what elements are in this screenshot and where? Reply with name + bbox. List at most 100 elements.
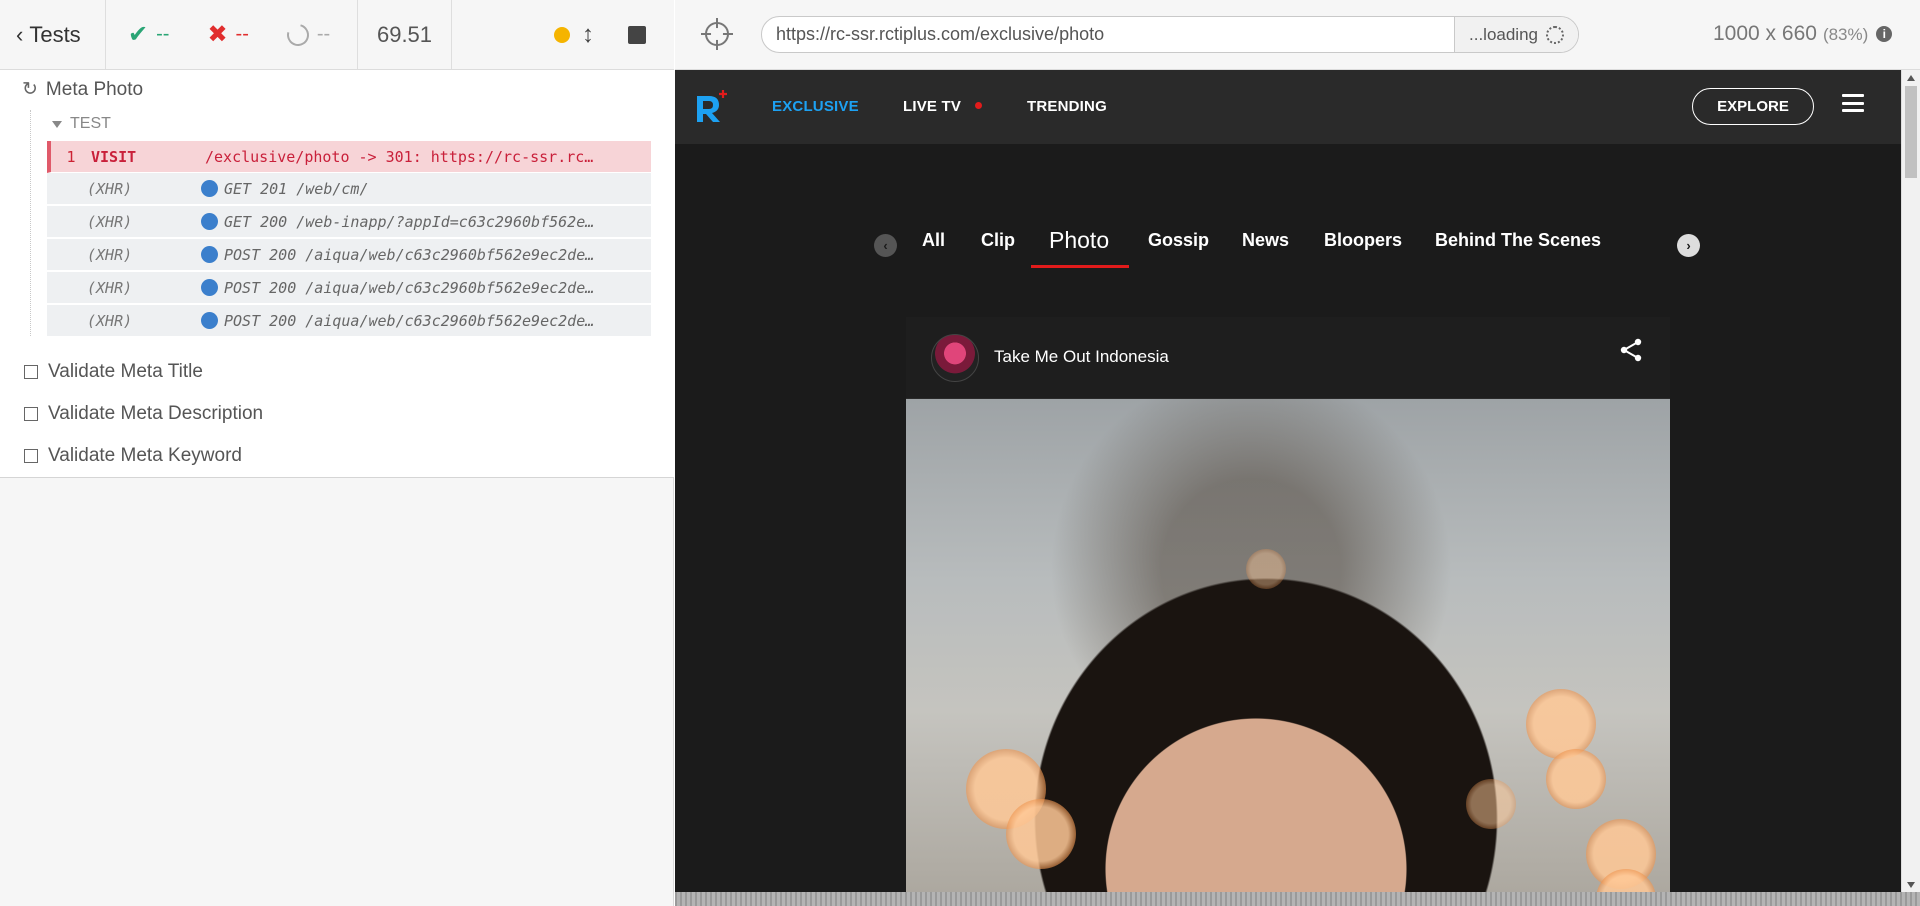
stats: ✔ -- ✖ -- -- — [106, 0, 358, 69]
command-row-xhr[interactable]: (XHR) POST 200 /aiqua/web/c63c2960bf562e… — [47, 272, 651, 304]
info-icon[interactable]: i — [1876, 26, 1893, 42]
xhr-status-icon — [201, 312, 218, 329]
command-row-xhr[interactable]: (XHR) GET 200 /web-inapp/?appId=c63c2960… — [47, 206, 651, 238]
channel-avatar[interactable] — [931, 334, 979, 382]
url-text: https://rc-ssr.rctiplus.com/exclusive/ph… — [776, 24, 1105, 44]
photo-post-card: Take Me Out Indonesia — [906, 317, 1670, 892]
suite-title-row[interactable]: ↻ Meta Photo — [22, 78, 143, 101]
viewport-size: 1000 x 660 — [1713, 22, 1817, 45]
post-photo[interactable] — [906, 399, 1670, 892]
loading-text: ...loading — [1469, 24, 1538, 44]
nav-exclusive[interactable]: EXCLUSIVE — [772, 98, 859, 115]
x-icon: ✖ — [207, 21, 228, 48]
command-row-visit[interactable]: 1 VISIT /exclusive/photo -> 301: https:/… — [47, 141, 651, 173]
duration: 69.51 — [358, 0, 452, 69]
xhr-status-icon — [201, 279, 218, 296]
pending-test-title: Validate Meta Description — [48, 403, 264, 424]
test-section-toggle[interactable]: TEST — [52, 115, 111, 133]
explore-button[interactable]: EXPLORE — [1692, 88, 1814, 125]
reporter-panel: ‹ Tests ✔ -- ✖ -- -- 69.51 ↕ ↻ Meta Phot… — [0, 0, 674, 906]
aut-bottom-strip — [675, 892, 1920, 906]
loading-spinner-icon — [1546, 25, 1564, 44]
running-indicator-icon — [554, 26, 570, 43]
failed-stat: ✖ -- — [207, 20, 248, 49]
refresh-icon: ↻ — [22, 79, 38, 100]
scroll-down-icon[interactable] — [1907, 882, 1915, 888]
scroll-toggle-icon[interactable]: ↕ — [582, 21, 594, 49]
pending-checkbox-icon — [24, 449, 38, 463]
test-section-label: TEST — [70, 115, 111, 132]
command-name: (XHR) — [87, 245, 133, 264]
category-tab-bloopers[interactable]: Bloopers — [1324, 230, 1402, 251]
category-next-button[interactable]: › — [1677, 234, 1700, 257]
tree-line — [30, 110, 31, 336]
command-row-xhr[interactable]: (XHR) POST 200 /aiqua/web/c63c2960bf562e… — [47, 239, 651, 271]
category-tab-news[interactable]: News — [1242, 230, 1289, 251]
command-message: GET 200 /web-inapp/?appId=c63c2960bf562e… — [201, 213, 651, 231]
xhr-status-icon — [201, 213, 218, 230]
viewport-scale: (83%) — [1822, 25, 1869, 44]
pending-stat: -- — [282, 19, 331, 50]
tests-back-button[interactable]: ‹ Tests — [0, 0, 106, 69]
nav-live-tv[interactable]: LIVE TV — [903, 98, 983, 115]
command-name: (XHR) — [87, 212, 133, 231]
share-icon[interactable] — [1619, 337, 1643, 363]
pending-icon — [282, 19, 313, 50]
reporter-header: ‹ Tests ✔ -- ✖ -- -- 69.51 ↕ — [0, 0, 674, 70]
command-row-xhr[interactable]: (XHR) GET 201 /web/cm/ — [47, 173, 651, 205]
tests-label: Tests — [29, 21, 81, 47]
viewport-info: 1000 x 660 (83%) i — [1713, 22, 1893, 46]
aut-scrollbar[interactable] — [1901, 70, 1920, 892]
hamburger-menu-icon[interactable] — [1842, 94, 1864, 112]
post-header: Take Me Out Indonesia — [906, 317, 1670, 399]
command-message: GET 201 /web/cm/ — [201, 180, 651, 198]
pending-test-item[interactable]: Validate Meta Title — [24, 361, 203, 383]
chevron-left-icon: ‹ — [16, 21, 24, 47]
category-prev-button[interactable]: ‹ — [874, 234, 897, 257]
command-name: (XHR) — [87, 179, 133, 198]
run-controls: ↕ — [452, 0, 674, 69]
aut-header: https://rc-ssr.rctiplus.com/exclusive/ph… — [675, 0, 1920, 70]
category-tab-behind-the-scenes[interactable]: Behind The Scenes — [1435, 230, 1601, 251]
pending-test-title: Validate Meta Title — [48, 361, 203, 382]
caret-down-icon — [52, 120, 62, 128]
pending-checkbox-icon — [24, 407, 38, 421]
stop-button[interactable] — [628, 25, 646, 44]
site-navbar: EXCLUSIVE LIVE TV TRENDING EXPLORE — [675, 70, 1901, 144]
xhr-status-icon — [201, 246, 218, 263]
scroll-up-icon[interactable] — [1907, 75, 1915, 81]
command-name: (XHR) — [87, 311, 133, 330]
url-bar[interactable]: https://rc-ssr.rctiplus.com/exclusive/ph… — [761, 16, 1579, 53]
xhr-status-icon — [201, 180, 218, 197]
category-tab-photo[interactable]: Photo — [1049, 227, 1109, 254]
selector-playground-icon[interactable] — [701, 18, 733, 50]
loading-status: ...loading — [1454, 17, 1578, 52]
pending-checkbox-icon — [24, 365, 38, 379]
category-tab-clip[interactable]: Clip — [981, 230, 1015, 251]
command-number: 1 — [66, 147, 76, 166]
command-name: VISIT — [91, 147, 137, 166]
app-under-test-frame: EXCLUSIVE LIVE TV TRENDING EXPLORE ‹ All… — [675, 70, 1901, 892]
category-tab-gossip[interactable]: Gossip — [1148, 230, 1209, 251]
command-row-xhr[interactable]: (XHR) POST 200 /aiqua/web/c63c2960bf562e… — [47, 305, 651, 337]
active-tab-underline — [1031, 265, 1129, 268]
command-message: POST 200 /aiqua/web/c63c2960bf562e9ec2de… — [201, 246, 651, 264]
pending-count: -- — [316, 23, 331, 45]
passed-stat: ✔ -- — [128, 20, 169, 49]
category-tab-all[interactable]: All — [922, 230, 945, 251]
pending-test-item[interactable]: Validate Meta Description — [24, 403, 263, 425]
passed-count: -- — [156, 23, 170, 45]
command-message: POST 200 /aiqua/web/c63c2960bf562e9ec2de… — [201, 279, 651, 297]
command-log: ↻ Meta Photo TEST 1 VISIT /exclusive/pho… — [0, 70, 674, 478]
failed-count: -- — [235, 23, 249, 45]
rctiplus-logo-icon[interactable] — [693, 88, 731, 126]
pending-test-item[interactable]: Validate Meta Keyword — [24, 445, 242, 467]
command-message: /exclusive/photo -> 301: https://rc-ssr.… — [205, 147, 594, 166]
channel-name[interactable]: Take Me Out Indonesia — [994, 347, 1169, 367]
scrollbar-thumb[interactable] — [1905, 86, 1917, 178]
nav-trending[interactable]: TRENDING — [1027, 98, 1107, 115]
suite-title: Meta Photo — [45, 78, 144, 100]
live-dot-icon — [975, 102, 983, 109]
command-name: (XHR) — [87, 278, 133, 297]
check-icon: ✔ — [128, 21, 149, 48]
